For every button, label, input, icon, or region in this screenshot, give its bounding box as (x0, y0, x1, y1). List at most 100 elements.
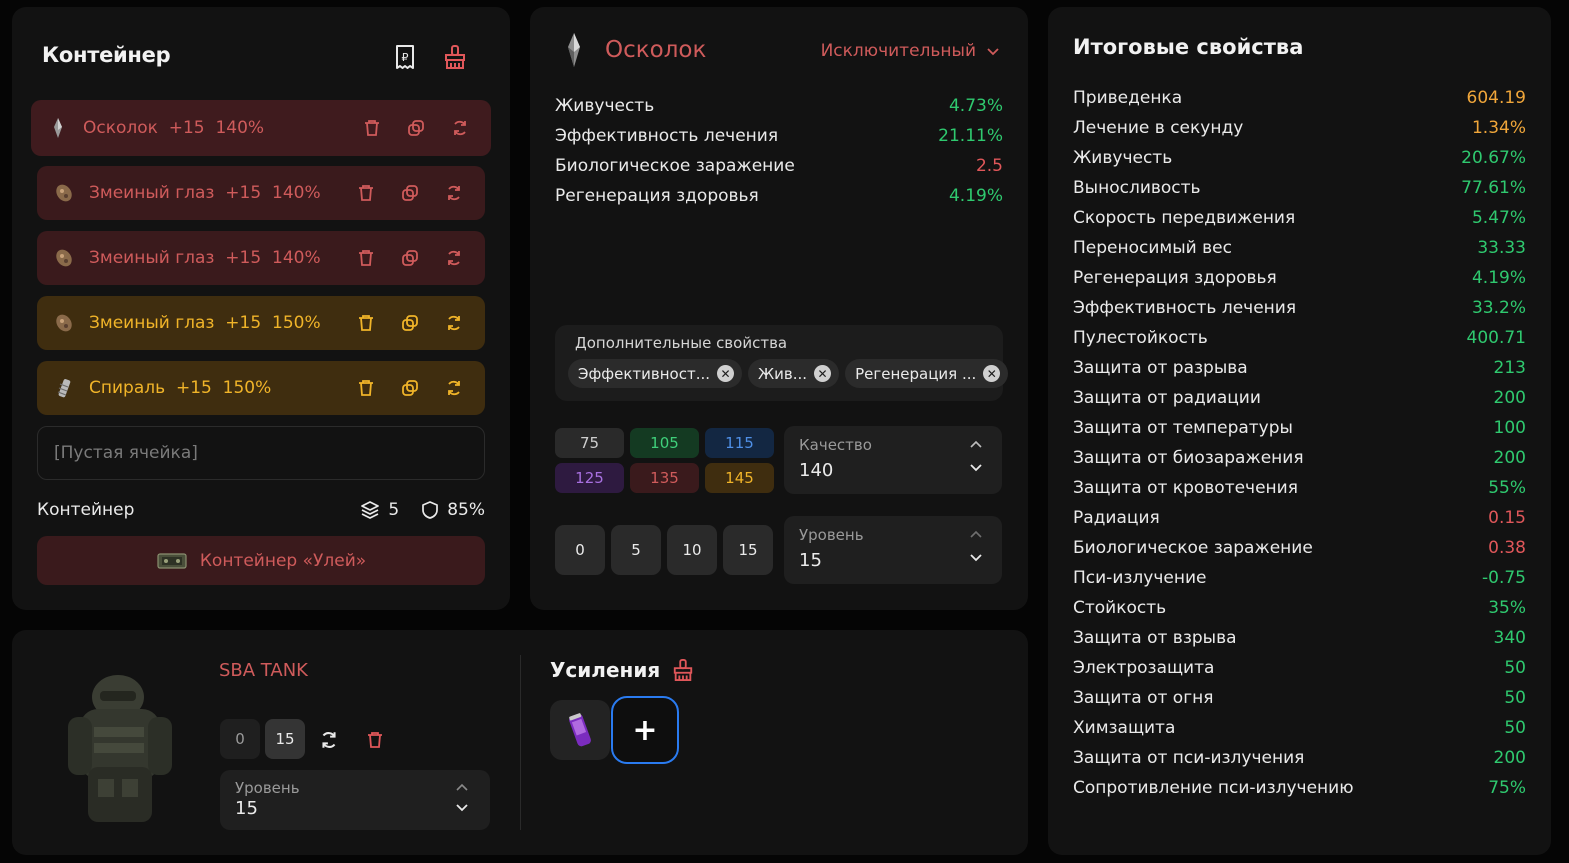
quality-label: Качество (799, 436, 872, 454)
quality-stepper[interactable]: Качество 140 (784, 426, 1002, 494)
rarity-dropdown[interactable]: Исключительный (821, 41, 1000, 61)
summary-value: 55% (1488, 478, 1526, 498)
summary-row: Сопротивление пси-излучению 75% (1073, 773, 1526, 803)
artifact-slot[interactable]: Змеиный глаз +15 140% (37, 231, 485, 285)
quality-preset-button[interactable]: 75 (555, 428, 624, 458)
chevron-up-icon[interactable] (456, 783, 468, 791)
clear-brush-icon[interactable] (443, 44, 467, 70)
level-stepper[interactable]: Уровень 15 (784, 516, 1002, 584)
summary-row: Радиация 0.15 (1073, 503, 1526, 533)
artifact-slot[interactable]: Спираль +15 150% (37, 361, 485, 415)
summary-value: 340 (1493, 628, 1526, 648)
summary-row: Химзащита 50 (1073, 713, 1526, 743)
chip-label: Эффективност... (578, 364, 711, 383)
level-label: Уровень (799, 526, 864, 544)
shard-artifact-icon (562, 31, 586, 69)
extra-properties-box: Дополнительные свойства Эффективност... ✕… (555, 325, 1009, 401)
level-preset-button[interactable]: 10 (667, 525, 717, 575)
artifact-slot[interactable]: Осколок +15 140% (31, 100, 491, 156)
armor-level-preset-button[interactable]: 15 (265, 719, 305, 759)
summary-label: Живучесть (1073, 148, 1173, 168)
level-preset-button[interactable]: 5 (611, 525, 661, 575)
copy-icon[interactable] (401, 379, 419, 397)
level-preset-button[interactable]: 15 (723, 525, 773, 575)
copy-icon[interactable] (401, 249, 419, 267)
quality-preset-button[interactable]: 105 (630, 428, 699, 458)
extra-property-chip[interactable]: Эффективност... ✕ (568, 359, 743, 388)
artifact-slot[interactable]: Змеиный глаз +15 150% (37, 296, 485, 350)
level-value[interactable]: 15 (799, 550, 822, 571)
summary-value: 200 (1493, 748, 1526, 768)
copy-icon[interactable] (407, 119, 425, 137)
extra-property-chip[interactable]: Регенерация ... ✕ (845, 359, 1009, 388)
boost-slot[interactable] (550, 700, 610, 760)
container-panel: Контейнер ₽ Осколок +15 140% Змеиный гла… (12, 7, 510, 610)
armor-level-stepper[interactable]: Уровень 15 (220, 770, 490, 830)
chevron-up-icon[interactable] (970, 440, 982, 448)
summary-value: 200 (1493, 388, 1526, 408)
copy-icon[interactable] (401, 314, 419, 332)
slot-name: Змеиный глаз (89, 313, 215, 333)
property-label: Эффективность лечения (555, 126, 779, 146)
rarity-value: Исключительный (820, 41, 976, 61)
chevron-down-icon[interactable] (970, 464, 982, 472)
container-label: Контейнер (37, 500, 135, 520)
property-row: Регенерация здоровья 4.19% (555, 181, 1003, 211)
summary-label: Защита от радиации (1073, 388, 1261, 408)
armor-level-preset-button[interactable]: 0 (220, 719, 260, 759)
replace-icon[interactable] (445, 249, 463, 267)
property-value: 2.5 (975, 156, 1003, 176)
summary-label: Защита от огня (1073, 688, 1214, 708)
replace-icon[interactable] (319, 730, 339, 750)
remove-chip-icon[interactable]: ✕ (814, 365, 832, 382)
clear-brush-icon[interactable] (672, 658, 694, 682)
delete-icon[interactable] (357, 184, 375, 202)
replace-icon[interactable] (445, 184, 463, 202)
chevron-down-icon[interactable] (970, 554, 982, 562)
delete-icon[interactable] (357, 249, 375, 267)
replace-icon[interactable] (445, 314, 463, 332)
container-select-button[interactable]: Контейнер «Улей» (37, 536, 485, 585)
copy-icon[interactable] (401, 184, 419, 202)
chevron-up-icon[interactable] (970, 530, 982, 538)
slot-quality: 150% (222, 378, 272, 398)
summary-row: Защита от кровотечения 55% (1073, 473, 1526, 503)
level-value[interactable]: 15 (235, 798, 258, 819)
remove-chip-icon[interactable]: ✕ (983, 365, 1001, 382)
property-label: Живучесть (555, 96, 655, 116)
remove-chip-icon[interactable]: ✕ (717, 365, 735, 382)
chevron-down-icon[interactable] (456, 804, 468, 812)
summary-label: Скорость передвижения (1073, 208, 1296, 228)
receipt-icon[interactable]: ₽ (394, 44, 416, 70)
container-info-row: Контейнер 5 85% (37, 500, 485, 520)
delete-icon[interactable] (363, 119, 381, 137)
summary-row: Пси-излучение -0.75 (1073, 563, 1526, 593)
quality-preset-button[interactable]: 145 (705, 463, 774, 493)
empty-slot[interactable]: [Пустая ячейка] (37, 426, 485, 480)
delete-icon[interactable] (357, 379, 375, 397)
summary-row: Стойкость 35% (1073, 593, 1526, 623)
replace-icon[interactable] (445, 379, 463, 397)
summary-value: 0.38 (1488, 538, 1526, 558)
quality-value[interactable]: 140 (799, 460, 833, 481)
delete-icon[interactable] (357, 314, 375, 332)
container-title: Контейнер (42, 43, 171, 67)
quality-preset-button[interactable]: 135 (630, 463, 699, 493)
quality-preset-button[interactable]: 115 (705, 428, 774, 458)
armor-name: SBA TANK (219, 660, 308, 681)
extra-property-chip[interactable]: Жив... ✕ (748, 359, 840, 388)
summary-value: 20.67% (1461, 148, 1526, 168)
add-boost-button[interactable]: + (611, 696, 679, 764)
artifact-panel: Осколок Исключительный Живучесть 4.73% Эф… (530, 7, 1028, 610)
armor-image (58, 667, 188, 832)
level-label: Уровень (235, 779, 300, 797)
summary-row: Регенерация здоровья 4.19% (1073, 263, 1526, 293)
summary-value: 4.19% (1471, 268, 1526, 288)
replace-icon[interactable] (451, 119, 469, 137)
artifact-slot[interactable]: Змеиный глаз +15 140% (37, 166, 485, 220)
slot-quality: 140% (272, 183, 321, 203)
quality-preset-button[interactable]: 125 (555, 463, 624, 493)
level-preset-button[interactable]: 0 (555, 525, 605, 575)
property-label: Регенерация здоровья (555, 186, 759, 206)
delete-icon[interactable] (366, 731, 384, 749)
